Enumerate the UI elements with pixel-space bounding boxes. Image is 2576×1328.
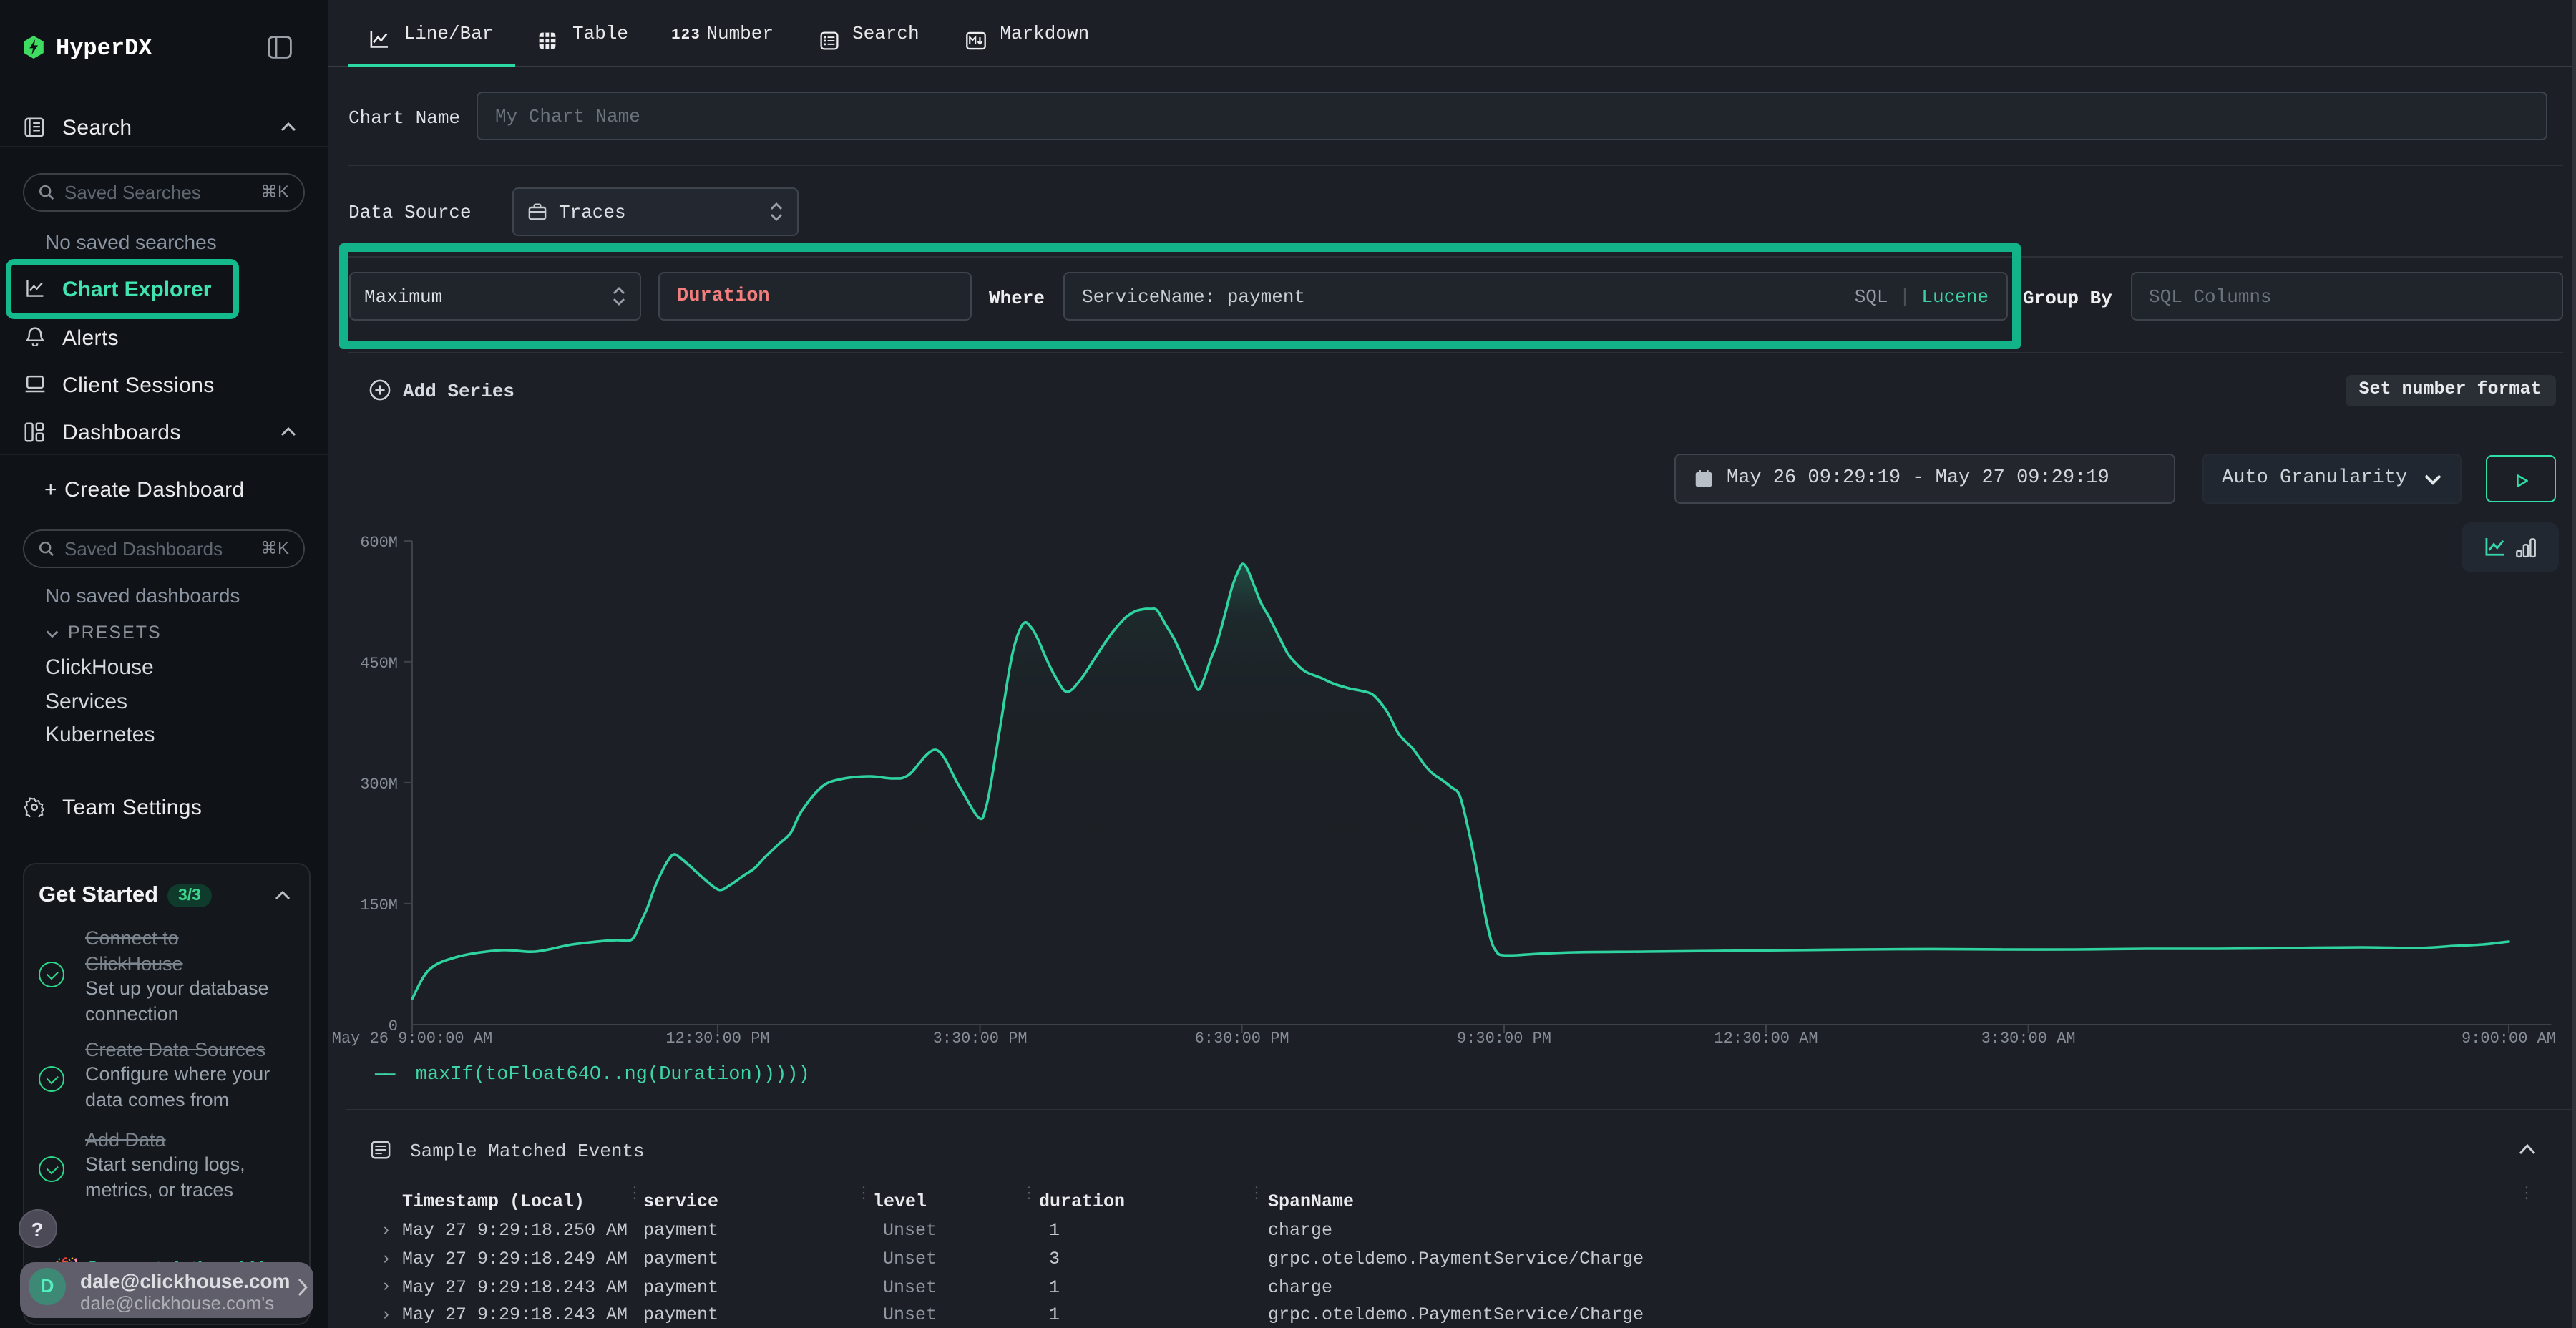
svg-text:9:30:00 PM: 9:30:00 PM [1457, 1030, 1551, 1048]
svg-text:3:30:00 PM: 3:30:00 PM [933, 1030, 1028, 1048]
svg-text:12:30:00 PM: 12:30:00 PM [665, 1030, 769, 1048]
svg-text:600M: 600M [360, 534, 398, 552]
svg-text:6:30:00 PM: 6:30:00 PM [1195, 1030, 1289, 1048]
svg-text:150M: 150M [360, 897, 398, 914]
svg-text:May 26 9:00:00 AM: May 26 9:00:00 AM [332, 1030, 492, 1048]
svg-text:3:30:00 AM: 3:30:00 AM [1981, 1030, 2076, 1048]
svg-text:300M: 300M [360, 776, 398, 794]
svg-text:12:30:00 AM: 12:30:00 AM [1714, 1030, 1818, 1048]
svg-text:450M: 450M [360, 655, 398, 673]
svg-text:9:00:00 AM: 9:00:00 AM [2462, 1030, 2556, 1048]
